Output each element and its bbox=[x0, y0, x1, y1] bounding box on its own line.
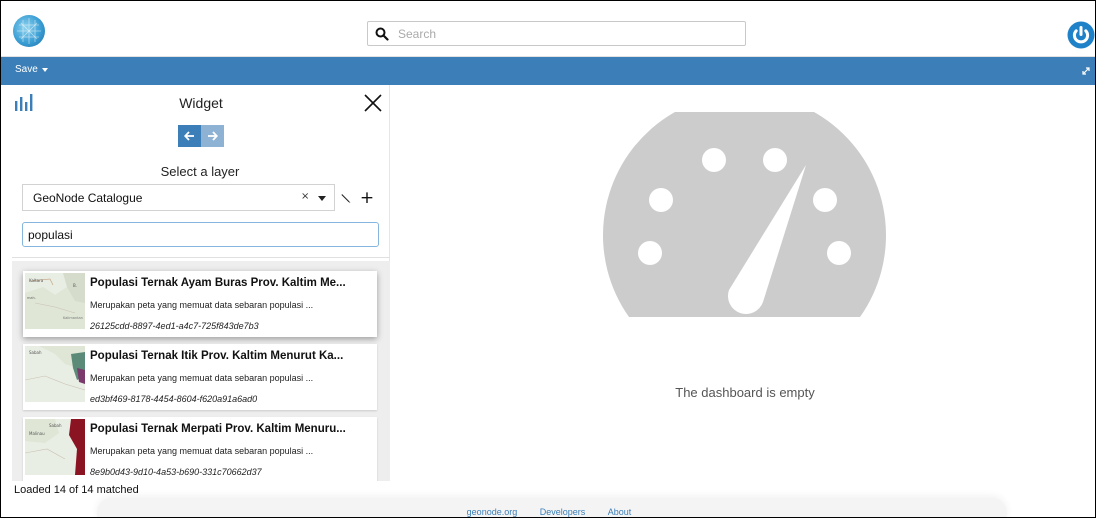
empty-dashboard-message: The dashboard is empty bbox=[675, 385, 815, 400]
top-navbar bbox=[1, 1, 1095, 57]
dropdown-arrow-icon[interactable] bbox=[318, 196, 326, 201]
layer-filter-input[interactable] bbox=[28, 226, 368, 244]
layer-id: ed3bf469-8178-4454-8604-f620a91a6ad0 bbox=[90, 394, 258, 404]
svg-text:Sabah: Sabah bbox=[29, 350, 42, 355]
forward-button[interactable] bbox=[201, 125, 224, 147]
layer-filter-box[interactable] bbox=[22, 222, 379, 247]
layer-description: Merupakan peta yang memuat data sebaran … bbox=[90, 446, 314, 456]
dashboard-gauge-icon bbox=[603, 112, 886, 317]
layer-thumbnail: Sabah bbox=[25, 346, 85, 402]
footer-link-developers[interactable]: Developers bbox=[540, 507, 586, 517]
list-item[interactable]: Sabah Populasi Ternak Itik Prov. Kaltim … bbox=[23, 344, 377, 410]
wizard-navigation bbox=[178, 125, 224, 147]
back-button[interactable] bbox=[178, 125, 201, 147]
widget-builder-panel: Widget Select a layer GeoNode Catalogue bbox=[1, 85, 390, 517]
svg-text:Kalimantan: Kalimantan bbox=[63, 316, 83, 320]
caret-down-icon bbox=[41, 67, 48, 72]
layer-title: Populasi Ternak Itik Prov. Kaltim Menuru… bbox=[90, 350, 344, 362]
list-item[interactable]: Malinau Sabah Populasi Ternak Merpati Pr… bbox=[23, 417, 377, 481]
add-catalog-button[interactable]: + bbox=[357, 184, 377, 211]
pencil-icon bbox=[341, 193, 351, 203]
search-input[interactable] bbox=[398, 24, 738, 44]
layer-title: Populasi Ternak Ayam Buras Prov. Kaltim … bbox=[90, 277, 346, 289]
search-icon bbox=[375, 27, 389, 41]
list-item[interactable]: Kaltara B. mah. Kalimantan Populasi Tern… bbox=[23, 271, 377, 337]
layer-thumbnail: Kaltara B. mah. Kalimantan bbox=[25, 273, 85, 329]
footer-link-about[interactable]: About bbox=[608, 507, 632, 517]
layer-id: 26125cdd-8897-4ed1-a4c7-725f843de7b3 bbox=[90, 321, 259, 331]
svg-text:Sabah: Sabah bbox=[49, 423, 62, 428]
power-icon[interactable] bbox=[1067, 21, 1095, 49]
geonode-logo[interactable] bbox=[13, 15, 45, 47]
catalog-select[interactable]: GeoNode Catalogue × bbox=[22, 184, 335, 211]
layer-id: 8e9b0d43-9d10-4a53-b690-331c70662d37 bbox=[90, 467, 262, 477]
layer-results-list: Kaltara B. mah. Kalimantan Populasi Tern… bbox=[12, 261, 390, 481]
clear-selection-icon[interactable]: × bbox=[301, 191, 309, 202]
catalog-select-value: GeoNode Catalogue bbox=[33, 191, 143, 205]
layer-title: Populasi Ternak Merpati Prov. Kaltim Men… bbox=[90, 423, 346, 435]
svg-text:Kaltara: Kaltara bbox=[29, 278, 44, 283]
dashboard-toolbar: Save bbox=[1, 57, 1095, 85]
arrow-left-icon bbox=[184, 131, 194, 141]
layer-description: Merupakan peta yang memuat data sebaran … bbox=[90, 373, 314, 383]
layer-description: Merupakan peta yang memuat data sebaran … bbox=[90, 300, 314, 310]
panel-divider bbox=[12, 257, 390, 258]
layer-thumbnail: Malinau Sabah bbox=[25, 419, 85, 475]
footer-links: geonode.org Developers About bbox=[1, 507, 1095, 517]
svg-text:mah.: mah. bbox=[27, 296, 36, 300]
save-label: Save bbox=[15, 64, 38, 75]
expand-icon[interactable] bbox=[1081, 66, 1091, 76]
arrow-right-icon bbox=[208, 131, 218, 141]
svg-text:B.: B. bbox=[73, 283, 77, 288]
app-window: Save Widget bbox=[0, 0, 1096, 518]
footer-link-geonode[interactable]: geonode.org bbox=[467, 507, 518, 517]
search-bar[interactable] bbox=[367, 21, 746, 46]
edit-catalog-button[interactable] bbox=[336, 184, 356, 211]
close-icon[interactable] bbox=[363, 93, 383, 113]
svg-text:Malinau: Malinau bbox=[29, 431, 45, 436]
select-layer-label: Select a layer bbox=[160, 164, 240, 179]
panel-title: Widget bbox=[179, 95, 223, 111]
save-dropdown-button[interactable]: Save bbox=[15, 64, 48, 75]
